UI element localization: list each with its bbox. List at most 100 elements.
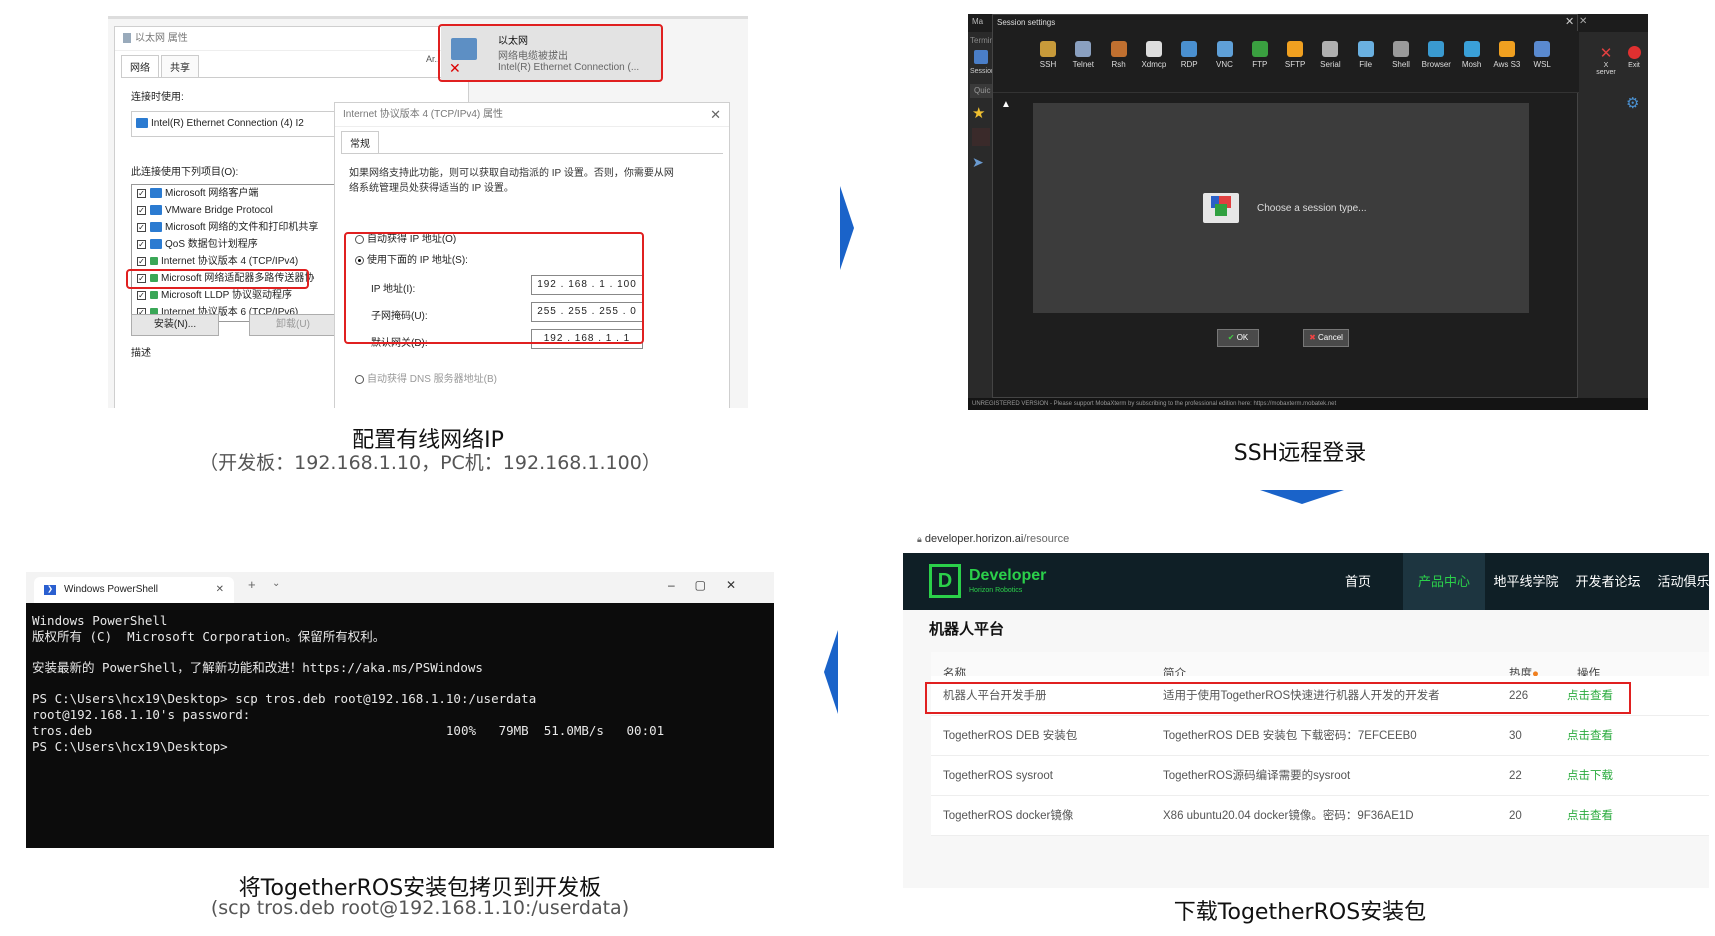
- session-type-icon: [1203, 193, 1239, 223]
- session-type-ftp[interactable]: FTP: [1243, 41, 1277, 69]
- nav-products[interactable]: 产品中心: [1403, 553, 1485, 610]
- nav-home[interactable]: 首页: [1328, 553, 1388, 610]
- panel1-subcaption: （开发板：192.168.1.10，PC机：192.168.1.100）: [199, 452, 661, 474]
- tab-bar: 网络 共享: [115, 51, 468, 77]
- cancel-button[interactable]: ✖ Cancel: [1303, 329, 1349, 347]
- xserver-button[interactable]: ✕ X server: [1594, 44, 1618, 76]
- connect-using-label: 连接时使用:: [131, 92, 184, 103]
- uninstall-button[interactable]: 卸载(U): [249, 314, 337, 336]
- window-controls[interactable]: –▢✕: [668, 578, 756, 592]
- top-navigation: D Developer Horizon Robotics 首页 产品中心 地平线…: [903, 553, 1709, 610]
- developer-site-screenshot: 🔒︎ developer.horizon.ai/resource D Devel…: [903, 526, 1709, 888]
- session-type-label: FTP: [1252, 60, 1268, 69]
- close-icon[interactable]: ✕: [1565, 15, 1574, 28]
- session-type-label: Rsh: [1111, 60, 1126, 69]
- tab-network[interactable]: 网络: [121, 55, 159, 77]
- tools-icon[interactable]: [972, 128, 990, 146]
- session-type-rdp[interactable]: RDP: [1172, 41, 1206, 69]
- close-tab-icon[interactable]: ✕: [216, 577, 224, 603]
- ok-button[interactable]: ✔ OK: [1217, 329, 1259, 347]
- url-path: /resource: [1023, 533, 1070, 545]
- tab-sharing[interactable]: 共享: [161, 55, 199, 77]
- terminal-line: PS C:\Users\hcx19\Desktop> scp tros.deb …: [32, 691, 537, 707]
- session-type-label: SSH: [1039, 60, 1057, 69]
- ipv4-highlight-box: [126, 269, 309, 289]
- table-row[interactable]: TogetherROS sysroot TogetherROS源码编译需要的sys…: [931, 756, 1709, 796]
- checkbox[interactable]: ✓: [137, 256, 146, 266]
- arrow-left-icon: [824, 630, 838, 714]
- mouse-cursor-icon: ▲: [1001, 99, 1011, 110]
- settings-gear-icon[interactable]: ⚙: [1626, 94, 1639, 112]
- power-icon: [1627, 46, 1641, 59]
- url-host: developer.horizon.ai: [924, 533, 1024, 545]
- checkbox[interactable]: ✓: [137, 222, 146, 232]
- cancel-label: Cancel: [1318, 333, 1343, 342]
- adapter-name: Intel(R) Ethernet Connection (4) I2: [151, 118, 304, 129]
- panel4-caption: 下载TogetherROS安装包: [1173, 900, 1427, 925]
- session-type-telnet[interactable]: Telnet: [1066, 41, 1100, 69]
- row-action-link[interactable]: 点击查看: [1567, 796, 1613, 836]
- network-icon: [150, 239, 162, 250]
- terminal-line: 安装最新的 PowerShell，了解新功能和改进！https://aka.ms…: [32, 660, 483, 676]
- row-heat: 22: [1509, 770, 1522, 782]
- check-icon: ✔: [1227, 333, 1235, 342]
- powershell-tab[interactable]: ❯ Windows PowerShell ✕: [34, 577, 234, 603]
- rsh-icon: [1110, 41, 1127, 57]
- row-action-link[interactable]: 点击下载: [1567, 756, 1613, 796]
- table-row[interactable]: TogetherROS DEB 安装包 TogetherROS DEB 安装包 下…: [931, 716, 1709, 756]
- session-type-label: Serial: [1320, 60, 1341, 69]
- nav-academy[interactable]: 地平线学院: [1485, 553, 1567, 610]
- nav-club[interactable]: 活动俱乐部: [1649, 553, 1709, 610]
- row-desc: TogetherROS源码编译需要的sysroot: [1163, 770, 1351, 782]
- session-type-rsh[interactable]: Rsh: [1102, 41, 1136, 69]
- session-type-xdmcp[interactable]: Xdmcp: [1137, 41, 1171, 69]
- composite-figure: { "panel1": { "props_title": "以太网 属性", "…: [0, 0, 1715, 936]
- network-icon: [150, 205, 162, 216]
- item-label: Microsoft 网络的文件和打印机共享: [165, 222, 319, 233]
- session-type-toolbar: SSH Telnet Rsh Xdmcp RDP VNC FTP SFTP Serial File…: [993, 31, 1579, 93]
- exit-button[interactable]: Exit: [1622, 44, 1646, 69]
- session-type-label: SFTP: [1284, 60, 1306, 69]
- session-type-wsl[interactable]: WSL: [1525, 41, 1559, 69]
- dns-auto-option[interactable]: 自动获得 DNS 服务器地址(B): [355, 370, 497, 385]
- install-button[interactable]: 安装(N)...: [131, 314, 219, 336]
- radio-icon[interactable]: [355, 374, 364, 384]
- table-row[interactable]: TogetherROS docker镜像 X86 ubuntu20.04 dock…: [931, 796, 1709, 836]
- powershell-screenshot: ❯ Windows PowerShell ✕ + ⌄ –▢✕ Windows P…: [26, 572, 774, 848]
- nav-forum[interactable]: 开发者论坛: [1567, 553, 1649, 610]
- panel3-subcaption: (scp tros.deb root@192.168.1.10:/userdat…: [210, 897, 630, 919]
- session-type-sftp[interactable]: SFTP: [1278, 41, 1312, 69]
- session-type-file[interactable]: File: [1349, 41, 1383, 69]
- close-icon[interactable]: ✕: [710, 103, 721, 127]
- session-type-vnc[interactable]: VNC: [1208, 41, 1242, 69]
- tab-general[interactable]: 常规: [341, 131, 379, 153]
- tab-title: Windows PowerShell: [64, 584, 158, 595]
- session-type-label: Mosh: [1461, 60, 1482, 69]
- developer-logo-icon[interactable]: D: [929, 564, 961, 598]
- chevron-down-icon[interactable]: ⌄: [272, 578, 280, 589]
- session-type-serial[interactable]: Serial: [1313, 41, 1347, 69]
- session-type-shell[interactable]: Shell: [1384, 41, 1418, 69]
- send-icon[interactable]: ➤: [972, 154, 984, 171]
- terminal-output[interactable]: Windows PowerShell 版权所有 (C) Microsoft Cor…: [26, 603, 774, 764]
- aws-s3-icon: [1498, 41, 1515, 57]
- new-tab-icon[interactable]: +: [248, 577, 256, 592]
- checkbox[interactable]: ✓: [137, 205, 146, 215]
- session-type-aws-s3[interactable]: Aws S3: [1490, 41, 1524, 69]
- panel2-caption: SSH远程登录: [1233, 441, 1367, 466]
- section-title: 机器人平台: [929, 621, 1005, 638]
- session-icon[interactable]: [974, 50, 988, 64]
- address-bar[interactable]: 🔒︎ developer.horizon.ai/resource: [903, 526, 1709, 553]
- checkbox[interactable]: ✓: [137, 188, 146, 198]
- session-type-ssh[interactable]: SSH: [1031, 41, 1065, 69]
- session-type-browser[interactable]: Browser: [1419, 41, 1453, 69]
- checkbox[interactable]: ✓: [137, 239, 146, 249]
- row-action-link[interactable]: 点击查看: [1567, 716, 1613, 756]
- session-type-mosh[interactable]: Mosh: [1455, 41, 1489, 69]
- ftp-icon: [1251, 41, 1268, 57]
- terminal-line: 版权所有 (C) Microsoft Corporation。保留所有权利。: [32, 628, 386, 644]
- checkbox[interactable]: ✓: [137, 290, 146, 300]
- star-icon[interactable]: ★: [972, 104, 985, 122]
- dialog-titlebar: Internet 协议版本 4 (TCP/IPv4) 属性 ✕: [335, 103, 729, 127]
